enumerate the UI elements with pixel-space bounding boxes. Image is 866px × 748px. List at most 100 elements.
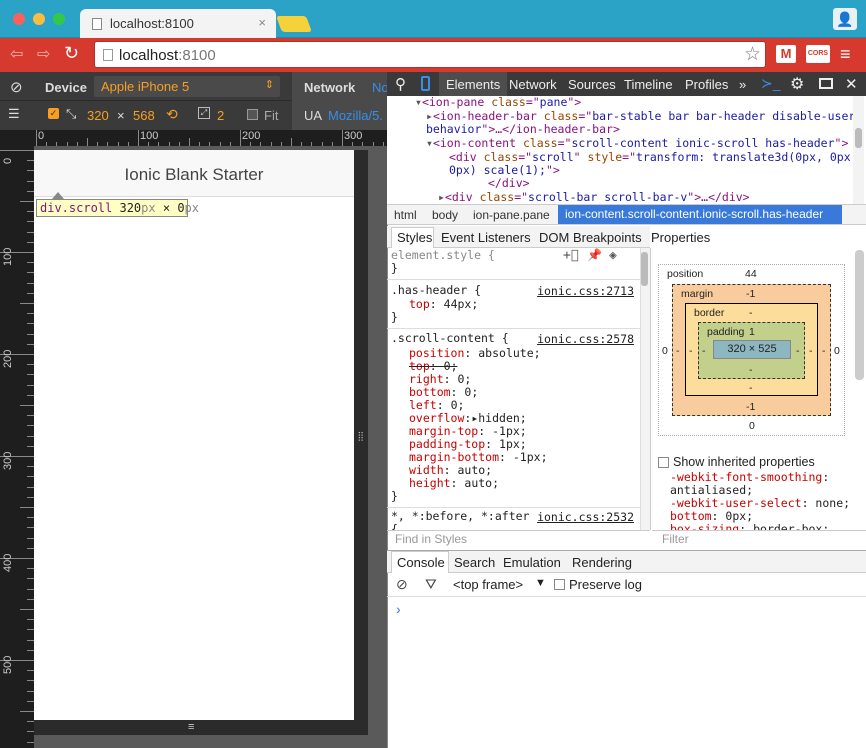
styles-scrollbar[interactable] xyxy=(640,248,650,530)
ua-value[interactable]: Mozilla/5. xyxy=(328,108,383,123)
console-drawer-icon[interactable]: ≻_ xyxy=(761,75,781,92)
ruler-tick xyxy=(27,272,34,274)
css-declaration[interactable]: height: auto; xyxy=(409,477,499,490)
reload-icon[interactable]: ↻ xyxy=(64,43,79,64)
rule-source-link[interactable]: ionic.css:2713 xyxy=(537,284,634,298)
dock-side-icon[interactable] xyxy=(819,78,833,89)
rule-selector[interactable]: *, *:before, *:after xyxy=(391,510,529,523)
css-declaration[interactable]: top: 44px; xyxy=(409,298,478,311)
preserve-log-checkbox[interactable] xyxy=(554,579,565,590)
box-border-top: - xyxy=(749,307,753,319)
tab-properties[interactable]: Properties xyxy=(651,230,710,245)
rule-selector[interactable]: .scroll-content { xyxy=(391,332,509,345)
resize-handle-bottom[interactable]: ≡ xyxy=(188,721,194,733)
tab-network[interactable]: Network xyxy=(509,77,557,92)
console-prompt[interactable]: › xyxy=(396,601,401,617)
element-style-rule[interactable]: element.style { xyxy=(391,249,495,262)
address-bar[interactable]: localhost:8100 ☆ xyxy=(94,41,766,68)
more-tabs-icon[interactable]: » xyxy=(739,77,746,92)
width-input[interactable]: 320 xyxy=(87,108,109,123)
tab-profiles[interactable]: Profiles xyxy=(685,77,728,92)
back-arrow-icon[interactable]: ⇦ xyxy=(10,44,23,64)
computed-property[interactable]: -webkit-font-smoothing: xyxy=(670,470,829,484)
device-mode-icon[interactable] xyxy=(421,76,430,91)
find-in-styles-input[interactable]: Find in Styles xyxy=(387,530,650,548)
fit-checkbox[interactable] xyxy=(247,109,258,120)
rule-selector[interactable]: .has-header { xyxy=(391,284,481,297)
rule-source-link[interactable]: ionic.css:2532 xyxy=(537,510,634,524)
no-emulation-icon[interactable]: ⊘ xyxy=(10,78,23,96)
browser-tab[interactable]: localhost:8100 × xyxy=(80,9,276,38)
ruler-tick xyxy=(117,142,119,146)
breadcrumb-html[interactable]: html xyxy=(394,208,417,222)
rule-source-link[interactable]: ionic.css:2578 xyxy=(537,332,634,346)
styles-scroll-thumb[interactable] xyxy=(641,252,648,286)
tab-emulation[interactable]: Emulation xyxy=(503,555,561,570)
tree-node[interactable]: ▸<div class="scroll-bar scroll-bar-v">…<… xyxy=(438,191,750,204)
show-inherited-checkbox[interactable] xyxy=(658,457,669,468)
elements-tree[interactable]: ▾<ion-pane class="pane"> ▸<ion-header-ba… xyxy=(387,96,853,204)
height-input[interactable]: 568 xyxy=(133,108,155,123)
box-content[interactable]: 320 × 525 xyxy=(713,340,791,359)
maximize-window-button[interactable] xyxy=(53,13,65,25)
tab-console[interactable]: Console xyxy=(397,555,445,570)
tab-search[interactable]: Search xyxy=(454,555,495,570)
page-info-icon[interactable] xyxy=(103,49,113,61)
breadcrumb-ion-pane[interactable]: ion-pane.pane xyxy=(473,208,550,222)
computed-scroll-thumb[interactable] xyxy=(855,250,864,380)
pixel-ratio-input[interactable]: 2 xyxy=(217,108,224,123)
clear-console-icon[interactable]: ⊘ xyxy=(396,576,408,593)
forward-arrow-icon[interactable]: ⇨ xyxy=(37,44,50,64)
ruler-tick xyxy=(27,241,34,243)
close-devtools-icon[interactable]: ✕ xyxy=(845,75,858,93)
elements-scrollbar[interactable] xyxy=(853,96,864,204)
tab-rendering[interactable]: Rendering xyxy=(572,555,632,570)
frame-select-arrow-icon[interactable]: ▼ xyxy=(535,577,546,589)
tab-dom-breakpoints[interactable]: DOM Breakpoints xyxy=(539,230,642,245)
pin-icon[interactable]: 📌 xyxy=(587,248,602,262)
filter-icon[interactable]: ⛛ xyxy=(425,576,437,593)
bookmark-star-icon[interactable]: ☆ xyxy=(744,43,761,66)
ruler-tick xyxy=(27,425,34,427)
tab-timeline[interactable]: Timeline xyxy=(624,77,673,92)
computed-property[interactable]: -webkit-user-select: none; xyxy=(670,496,850,510)
network-section[interactable]: Network No xyxy=(292,72,389,101)
user-profile-icon[interactable]: 👤 xyxy=(833,8,857,30)
elements-scroll-thumb[interactable] xyxy=(855,128,862,148)
breadcrumb-body[interactable]: body xyxy=(432,208,458,222)
search-icon[interactable]: ⚲ xyxy=(395,75,406,93)
tab-styles[interactable]: Styles xyxy=(397,230,432,245)
settings-gear-icon[interactable]: ⚙ xyxy=(790,74,804,94)
media-query-icon[interactable]: ☰ xyxy=(8,106,20,122)
ua-section[interactable]: UA Mozilla/5. xyxy=(292,101,387,130)
cors-extension-icon[interactable]: CORS xyxy=(806,45,830,63)
ruler-tick xyxy=(342,130,343,146)
tab-event-listeners[interactable]: Event Listeners xyxy=(441,230,531,245)
computed-property[interactable]: box-sizing: border-box; xyxy=(670,522,829,530)
resolution-checkbox[interactable]: ✓ xyxy=(48,108,59,119)
close-window-button[interactable] xyxy=(13,13,25,25)
device-select[interactable]: Apple iPhone 5 ⇕ xyxy=(94,76,280,97)
new-tab-button[interactable] xyxy=(276,16,312,32)
ruler-tick xyxy=(27,639,34,641)
breadcrumb-selected[interactable]: ion-content.scroll-content.ionic-scroll.… xyxy=(558,205,842,224)
styles-pane[interactable]: element.style { +⃞ 📌 ◈ } .has-header { i… xyxy=(387,248,640,530)
filter-input[interactable]: Filter xyxy=(652,530,866,548)
minimize-window-button[interactable] xyxy=(33,13,45,25)
tab-elements[interactable]: Elements xyxy=(446,77,500,92)
resize-handle-right[interactable]: ⦙⦙ xyxy=(358,430,363,445)
swap-dimensions-icon[interactable]: ⟲ xyxy=(166,106,178,123)
ruler-tick xyxy=(27,262,34,264)
gmail-extension-icon[interactable]: M xyxy=(776,45,796,63)
frame-select[interactable]: <top frame> xyxy=(453,577,523,592)
color-format-icon[interactable]: ◈ xyxy=(609,248,617,263)
tree-node-selected[interactable]: ▾<ion-content class="scroll-content ioni… xyxy=(426,137,848,150)
computed-property[interactable]: bottom: 0px; xyxy=(670,509,753,523)
tree-node[interactable]: ▾<ion-pane class="pane"> xyxy=(415,96,581,109)
chrome-menu-icon[interactable]: ≡ xyxy=(840,44,851,65)
device-screen[interactable] xyxy=(34,150,354,720)
new-rule-icon[interactable]: +⃞ xyxy=(563,248,579,263)
tab-sources[interactable]: Sources xyxy=(568,77,616,92)
tab-close-icon[interactable]: × xyxy=(258,15,266,30)
box-border-label: border xyxy=(694,307,725,319)
